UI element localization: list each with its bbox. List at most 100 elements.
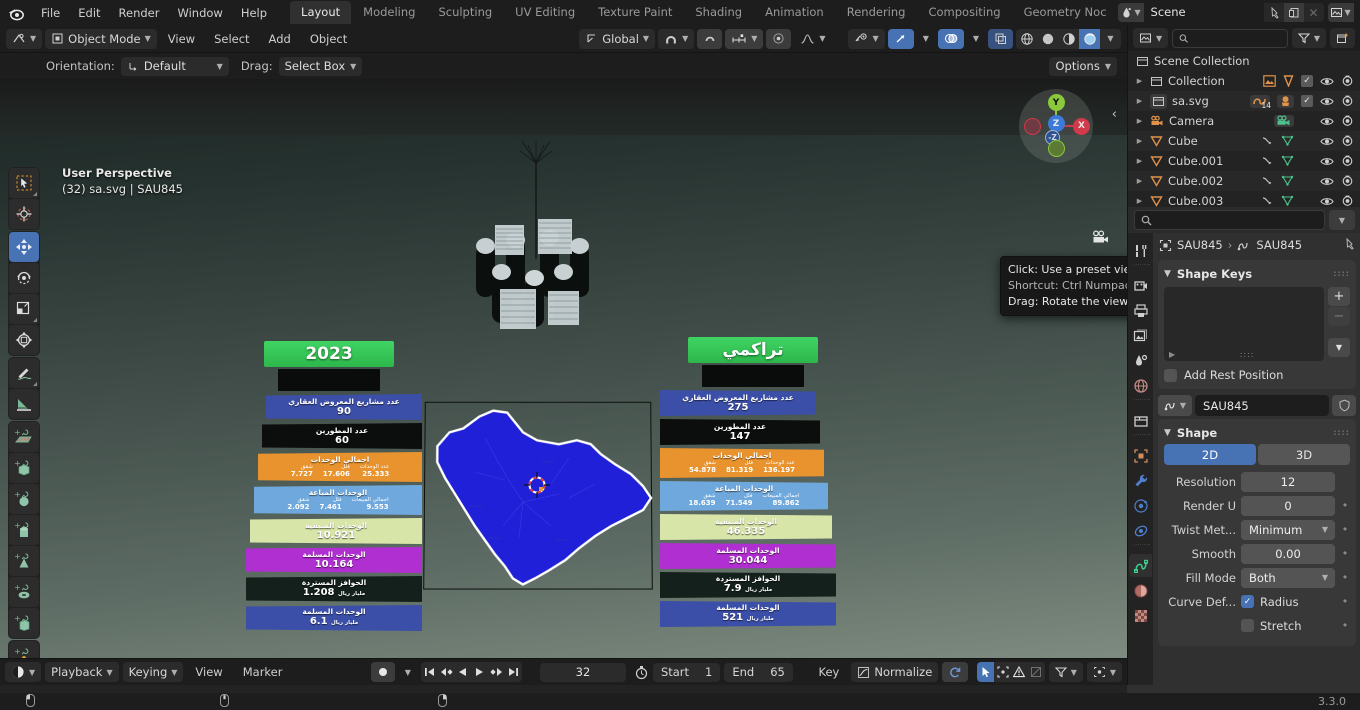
annotate-tool[interactable] xyxy=(9,358,39,388)
chart-row[interactable]: عدد مشاريع المعروض العقاري90 xyxy=(266,394,422,420)
breadcrumb-object[interactable]: SAU845 xyxy=(1177,238,1223,252)
auto-normalize-toggle[interactable] xyxy=(942,662,968,682)
expand-arrow-icon[interactable]: ▶ xyxy=(1134,177,1145,185)
viewport-menu-select[interactable]: Select xyxy=(206,29,257,49)
add-cone-tool[interactable]: + xyxy=(9,546,39,576)
editor-type-icon[interactable]: ▼ xyxy=(6,29,42,49)
material-tab[interactable] xyxy=(1129,579,1152,602)
outliner-search-input[interactable] xyxy=(1194,32,1281,45)
show-errors-icon[interactable] xyxy=(1011,662,1028,682)
visibility-eye-icon[interactable] xyxy=(1320,196,1334,207)
chart-row[interactable]: الحوافز المستردة1.208 مليار ريال xyxy=(246,576,422,602)
chart-row[interactable]: الوحدات المسلمة6.1 مليار ريال xyxy=(246,605,422,631)
shape-keys-list[interactable]: ▶ :::: xyxy=(1164,287,1324,361)
keying-popover[interactable]: ▼ xyxy=(399,662,417,682)
property-checkbox-wrap[interactable]: ✓Radius xyxy=(1241,595,1335,609)
render-camera-icon[interactable] xyxy=(1341,155,1354,167)
add-plane-tool[interactable]: + xyxy=(9,422,39,452)
visibility-eye-icon[interactable] xyxy=(1320,176,1334,187)
viewport-menu-add[interactable]: Add xyxy=(261,29,299,49)
expand-arrow-icon[interactable]: ▶ xyxy=(1134,77,1145,85)
object-mode-selector[interactable]: Object Mode ▼ xyxy=(45,29,157,49)
tab-uv-editing[interactable]: UV Editing xyxy=(504,1,586,24)
mesh-data-icon[interactable] xyxy=(1281,175,1294,187)
shading-solid[interactable] xyxy=(1037,29,1058,49)
shading-material-preview[interactable] xyxy=(1058,29,1079,49)
timeline-menu-view[interactable]: View xyxy=(187,662,230,682)
falloff-selector[interactable]: ▼ xyxy=(794,29,831,49)
tab-geometry-nodes[interactable]: Geometry Noc xyxy=(1013,1,1118,24)
gizmo-dropdown[interactable]: ▼ xyxy=(917,29,935,49)
outliner-exclude-checkbox[interactable]: ✓ xyxy=(1301,75,1313,87)
object-tab[interactable] xyxy=(1129,444,1152,467)
dimension-2d-button[interactable]: 2D xyxy=(1164,444,1256,465)
expand-arrow-icon[interactable]: ▶ xyxy=(1134,197,1145,205)
add-sphere-tool[interactable]: + xyxy=(9,484,39,514)
expand-arrow-icon[interactable]: ▶ xyxy=(1134,117,1145,125)
shape-keys-header[interactable]: ▼ Shape Keys :::: xyxy=(1164,264,1350,283)
drag-dropdown[interactable]: Select Box ▼ xyxy=(279,57,363,76)
property-dropdown[interactable]: Both▼ xyxy=(1241,568,1335,588)
chevron-down-icon[interactable]: ▼ xyxy=(1322,525,1328,534)
expand-arrow-icon[interactable]: ▶ xyxy=(1134,137,1145,145)
tab-layout[interactable]: Layout xyxy=(290,1,351,24)
viewlayer-name[interactable]: ViewLayer xyxy=(1354,3,1360,22)
options-dropdown[interactable]: Options ▼ xyxy=(1049,57,1117,76)
property-checkbox-wrap[interactable]: Stretch xyxy=(1241,619,1335,633)
new-collection-button[interactable] xyxy=(1330,28,1355,48)
tab-compositing[interactable]: Compositing xyxy=(917,1,1011,24)
only-selected-icon[interactable] xyxy=(977,662,994,682)
outliner-bottom-search[interactable] xyxy=(1134,210,1325,230)
visibility-selector[interactable]: ▼ xyxy=(848,29,885,49)
viewport-menu-view[interactable]: View xyxy=(160,29,203,49)
outliner-root-row[interactable]: Scene Collection xyxy=(1128,51,1360,71)
chevron-down-icon[interactable]: ▼ xyxy=(1164,269,1171,279)
menu-file[interactable]: File xyxy=(32,3,69,23)
chart-row[interactable]: الوحدات المباعةاجمالي المبيعات89.862فلل7… xyxy=(660,481,828,511)
timeline-editor-icon[interactable]: ▼ xyxy=(5,662,41,682)
tab-shading[interactable]: Shading xyxy=(684,1,753,24)
world-tab[interactable] xyxy=(1129,374,1152,397)
curve-group-icon[interactable]: 14 xyxy=(1250,95,1270,108)
menu-render[interactable]: Render xyxy=(110,3,169,23)
viewlayer-selector[interactable]: ▼ ViewLayer ✕ xyxy=(1328,3,1360,22)
timeline-key-menu[interactable]: Key xyxy=(811,662,848,682)
chart-row[interactable]: اجمالي الوحداتعدد الوحدات136.197فلل81.31… xyxy=(660,448,824,478)
camera-object-icon[interactable] xyxy=(1274,115,1294,127)
outliner-exclude-checkbox[interactable]: ✓ xyxy=(1301,95,1313,107)
chart-row[interactable]: الوحدات المباعةاجمالي المبيعات9.553فلل7.… xyxy=(254,485,422,515)
curve-data-icon[interactable] xyxy=(1283,75,1294,87)
chart-row[interactable]: عدد مشاريع المعروض العقاري275 xyxy=(660,390,816,416)
gizmo-axis-neg-y[interactable] xyxy=(1048,140,1065,157)
property-checkbox[interactable] xyxy=(1241,619,1254,632)
physics-tab[interactable] xyxy=(1129,519,1152,542)
timeline-menu-keying[interactable]: Keying▼ xyxy=(123,662,184,682)
outliner-bottom-dropdown[interactable]: ▼ xyxy=(1329,210,1355,230)
visibility-eye-icon[interactable] xyxy=(1320,96,1334,107)
modifier-tab[interactable] xyxy=(1129,469,1152,492)
jump-end-icon[interactable] xyxy=(505,662,522,682)
infographic-right[interactable]: تراكمي عدد مشاريع المعروض العقاري275عدد … xyxy=(660,337,846,627)
snap-increment-selector[interactable]: ▼ xyxy=(725,29,763,49)
dimension-3d-button[interactable]: 3D xyxy=(1258,444,1350,465)
visibility-eye-icon[interactable] xyxy=(1320,156,1334,167)
cursor-tool[interactable] xyxy=(9,199,39,229)
outliner-row[interactable]: ▶Cube.002 xyxy=(1128,171,1360,191)
outliner-row[interactable]: ▶Cube.001 xyxy=(1128,151,1360,171)
empty-data-icon[interactable] xyxy=(1277,95,1294,108)
timeline-menu-marker[interactable]: Marker xyxy=(235,662,291,682)
render-camera-icon[interactable] xyxy=(1341,115,1354,127)
mesh-data-icon[interactable] xyxy=(1281,155,1294,167)
outliner-filter-button[interactable]: ▼ xyxy=(1292,28,1326,48)
scene-selector[interactable]: ▼ Scene ✕ xyxy=(1118,3,1324,22)
viewlayer-tab[interactable] xyxy=(1129,324,1152,347)
breadcrumb-data[interactable]: SAU845 xyxy=(1256,238,1302,252)
tweak-select-tool[interactable] xyxy=(9,168,39,198)
render-tab[interactable] xyxy=(1129,274,1152,297)
outliner-display-mode[interactable]: ▼ xyxy=(1133,28,1168,48)
shading-rendered[interactable] xyxy=(1079,29,1100,49)
camera-view-icon[interactable] xyxy=(1091,229,1111,248)
datablock-name-field[interactable]: SAU845 xyxy=(1195,395,1329,416)
collection-tab[interactable] xyxy=(1129,409,1152,432)
image-icon[interactable] xyxy=(1263,75,1276,87)
